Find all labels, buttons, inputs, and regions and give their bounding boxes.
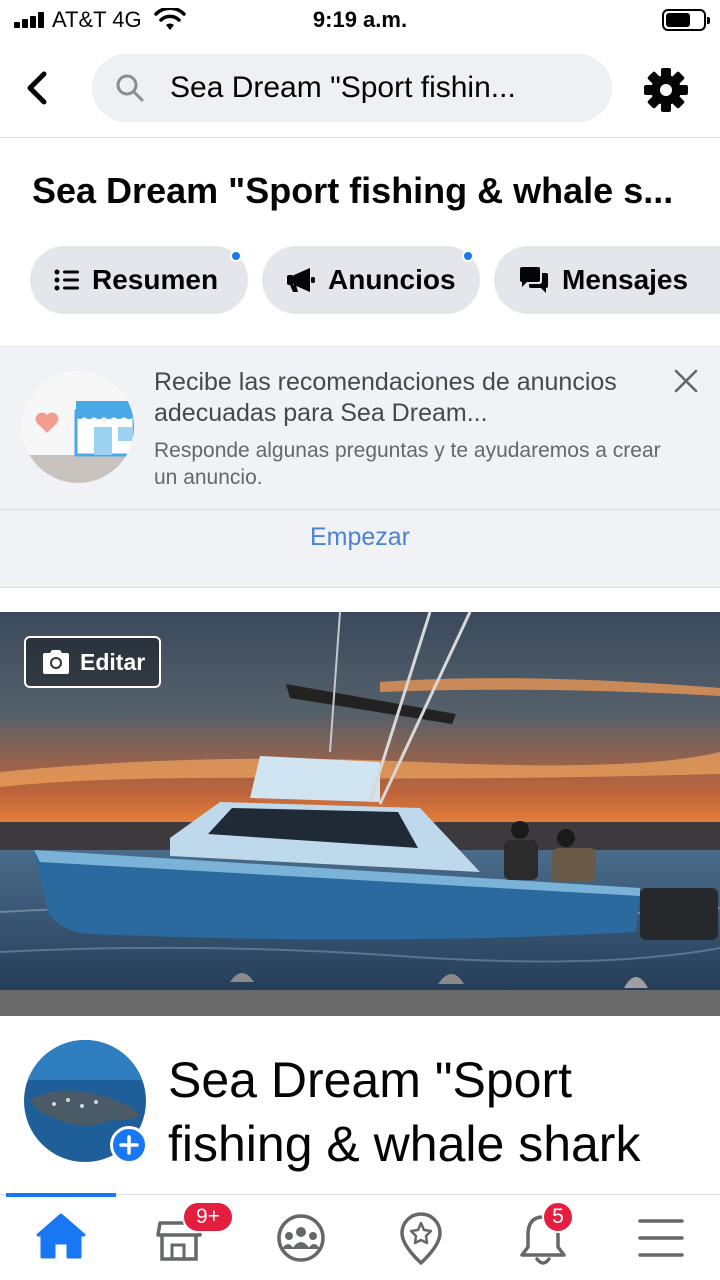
search-icon — [116, 74, 144, 102]
tab-anuncios[interactable]: Anuncios — [262, 246, 480, 314]
notifications-badge: 5 — [542, 1201, 574, 1233]
nav-menu[interactable] — [616, 1205, 706, 1271]
page-title: Sea Dream "Sport fishing & whale s... — [32, 170, 674, 211]
menu-icon — [638, 1219, 684, 1257]
ad-recommendation-card: Recibe las recomendaciones de anuncios a… — [0, 346, 720, 588]
nav-pages[interactable] — [376, 1205, 466, 1271]
camera-icon — [43, 650, 69, 674]
chat-icon — [520, 267, 548, 293]
tab-resumen[interactable]: Resumen — [30, 246, 248, 314]
groups-icon — [277, 1214, 325, 1262]
close-icon[interactable] — [672, 367, 700, 395]
notification-dot — [230, 250, 242, 262]
search-input[interactable]: Sea Dream "Sport fishin... — [92, 54, 612, 122]
start-button[interactable]: Empezar — [0, 523, 720, 552]
add-photo-button[interactable] — [110, 1126, 148, 1164]
active-tab-indicator — [6, 1193, 116, 1197]
notification-dot — [462, 250, 474, 262]
battery-icon — [662, 9, 710, 31]
plus-icon — [119, 1135, 139, 1155]
tab-label: Resumen — [92, 264, 219, 295]
tab-label: Mensajes — [562, 264, 689, 295]
divider — [0, 509, 720, 510]
profile-name: Sea Dream "Sport fishing & whale shark t… — [168, 1052, 641, 1188]
cover-photo[interactable]: Editar — [0, 612, 720, 1016]
clock: 9:19 a.m. — [312, 7, 408, 32]
recommendation-title: Recibe las recomendaciones de anuncios a… — [154, 368, 617, 427]
chevron-left-icon[interactable] — [20, 66, 56, 110]
storefront-illustration — [22, 371, 134, 483]
tab-label: Anuncios — [328, 264, 456, 295]
nav-home[interactable] — [16, 1205, 106, 1271]
list-icon — [54, 269, 79, 291]
search-query: Sea Dream "Sport fishin... — [170, 71, 516, 104]
gear-icon[interactable] — [642, 66, 690, 114]
marketplace-badge: 9+ — [182, 1201, 234, 1233]
home-icon — [36, 1213, 86, 1259]
edit-cover-button[interactable]: Editar — [24, 636, 162, 688]
megaphone-icon — [287, 268, 315, 292]
recommendation-subtitle: Responde algunas preguntas y te ayudarem… — [154, 439, 661, 489]
nav-groups[interactable] — [256, 1205, 346, 1271]
nav-marketplace[interactable]: 9+ — [134, 1201, 234, 1271]
header: Sea Dream "Sport fishin... — [0, 40, 720, 138]
edit-label: Editar — [80, 648, 146, 675]
tab-mensajes[interactable]: Mensajes — [494, 246, 720, 314]
nav-notifications[interactable]: 5 — [498, 1201, 588, 1271]
pages-icon — [400, 1212, 442, 1265]
bottom-nav: 9+ 5 — [0, 1193, 720, 1280]
status-bar: AT&T 4G 9:19 a.m. — [0, 0, 720, 40]
